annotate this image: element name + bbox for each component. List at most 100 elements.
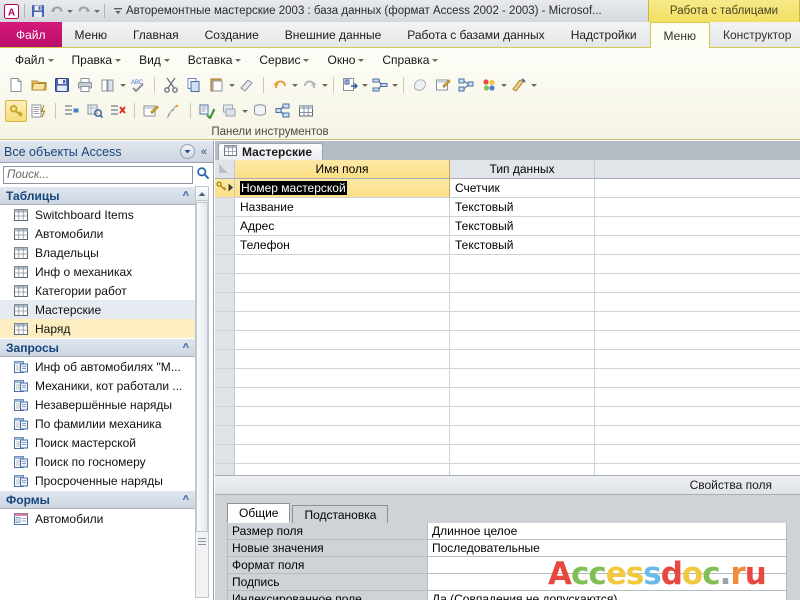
test-validation-icon[interactable] <box>84 100 106 122</box>
property-row-caption[interactable]: Подпись <box>227 574 787 591</box>
search-input[interactable]: Поиск... <box>3 165 193 184</box>
row-selector[interactable] <box>215 388 235 406</box>
nav-item-avtomobili[interactable]: Автомобили <box>0 224 195 243</box>
grid-header-data-type[interactable]: Тип данных <box>450 160 595 178</box>
nav-item-query-1[interactable]: Механики, кот работали ... <box>0 376 195 395</box>
grid-row-2[interactable]: Адрес Текстовый <box>215 217 800 236</box>
grid-cell-data-type[interactable] <box>450 293 595 311</box>
row-selector-1[interactable] <box>215 198 235 216</box>
redo-dropdown-icon[interactable] <box>94 9 100 13</box>
grid-cell-field-name[interactable] <box>235 350 450 368</box>
tab-database-tools[interactable]: Работа с базами данных <box>394 22 557 47</box>
row-selector-2[interactable] <box>215 217 235 235</box>
grid-cell-field-name[interactable] <box>235 369 450 387</box>
office-links-icon[interactable]: W <box>339 74 361 96</box>
spelling-icon[interactable]: ABC <box>127 74 149 96</box>
tab-menu[interactable]: Меню <box>62 22 120 47</box>
grid-cell-description-2[interactable] <box>595 217 800 235</box>
save-icon[interactable] <box>51 74 73 96</box>
redo-icon[interactable] <box>299 74 321 96</box>
grid-cell-data-type[interactable] <box>450 388 595 406</box>
open-icon[interactable] <box>28 74 50 96</box>
property-value[interactable]: Длинное целое <box>428 523 786 539</box>
tab-general[interactable]: Общие <box>227 503 291 523</box>
property-row-new-values[interactable]: Новые значения Последовательные <box>227 540 787 557</box>
nav-item-form-avtomobili[interactable]: Автомобили <box>0 509 195 528</box>
property-row-format[interactable]: Формат поля <box>227 557 787 574</box>
nav-item-query-5[interactable]: Поиск по госномеру <box>0 452 195 471</box>
grid-cell-field-name[interactable] <box>235 274 450 292</box>
database-window-icon[interactable] <box>249 100 271 122</box>
grid-cell-description[interactable] <box>595 312 800 330</box>
new-icon[interactable] <box>5 74 27 96</box>
row-selector[interactable] <box>215 312 235 330</box>
grid-row-1[interactable]: Название Текстовый <box>215 198 800 217</box>
row-selector[interactable] <box>215 407 235 425</box>
grid-empty-row[interactable] <box>215 369 800 388</box>
code-icon[interactable] <box>409 74 431 96</box>
grid-header-description[interactable] <box>595 160 800 178</box>
menu-edit[interactable]: Правка <box>63 51 131 69</box>
navigation-pane-scrollbar[interactable] <box>195 186 209 598</box>
grid-cell-data-type[interactable] <box>450 350 595 368</box>
row-selector[interactable] <box>215 350 235 368</box>
property-row-field-size[interactable]: Размер поля Длинное целое <box>227 523 787 540</box>
chevron-up-icon[interactable]: ^ <box>183 342 189 354</box>
grid-cell-description[interactable] <box>595 369 800 387</box>
undo-dropdown-icon-2[interactable] <box>292 83 298 87</box>
grid-row-0[interactable]: Номер мастерской Счетчик <box>215 179 800 198</box>
grid-cell-description[interactable] <box>595 426 800 444</box>
undo-dropdown-icon[interactable] <box>67 9 73 13</box>
grid-cell-field-name-1[interactable]: Название <box>235 198 450 216</box>
paste-dropdown-icon[interactable] <box>229 83 235 87</box>
property-sheet-icon[interactable] <box>140 100 162 122</box>
grid-empty-row[interactable] <box>215 407 800 426</box>
grid-cell-data-type[interactable] <box>450 255 595 273</box>
scroll-up-icon[interactable] <box>196 187 208 201</box>
grid-cell-data-type[interactable] <box>450 426 595 444</box>
insert-rows-icon[interactable] <box>61 100 83 122</box>
grid-empty-row[interactable] <box>215 255 800 274</box>
tab-external-data[interactable]: Внешние данные <box>272 22 395 47</box>
grid-cell-description[interactable] <box>595 274 800 292</box>
grid-cell-field-name-3[interactable]: Телефон <box>235 236 450 254</box>
nav-item-switchboard-items[interactable]: Switchboard Items <box>0 205 195 224</box>
tab-home[interactable]: Главная <box>120 22 192 47</box>
analyze-icon[interactable] <box>369 74 391 96</box>
undo-icon[interactable] <box>48 3 65 20</box>
nav-item-inf-o-mehanikah[interactable]: Инф о механиках <box>0 262 195 281</box>
grid-cell-description[interactable] <box>595 293 800 311</box>
grid-cell-field-name-2[interactable]: Адрес <box>235 217 450 235</box>
property-value[interactable]: Да (Совпадения не допускаются) <box>428 591 786 600</box>
nav-item-naryad[interactable]: Наряд <box>0 319 195 338</box>
menu-insert[interactable]: Вставка <box>179 51 251 69</box>
row-selector[interactable] <box>215 274 235 292</box>
menu-tools[interactable]: Сервис <box>250 51 318 69</box>
grid-cell-field-name[interactable] <box>235 312 450 330</box>
tab-contextual-design[interactable]: Конструктор <box>710 22 800 47</box>
print-icon[interactable] <box>74 74 96 96</box>
document-tab-masterskie[interactable]: Мастерские <box>218 143 324 160</box>
grid-cell-data-type-2[interactable]: Текстовый <box>450 217 595 235</box>
grid-header-field-name[interactable]: Имя поля <box>235 160 450 178</box>
new-object-dropdown-icon[interactable] <box>501 83 507 87</box>
grid-cell-data-type-1[interactable]: Текстовый <box>450 198 595 216</box>
tab-contextual-menu[interactable]: Меню <box>649 22 710 48</box>
save-icon[interactable] <box>29 3 46 20</box>
grid-empty-row[interactable] <box>215 426 800 445</box>
row-selector[interactable] <box>215 426 235 444</box>
format-painter-icon[interactable] <box>236 74 258 96</box>
grid-cell-data-type[interactable] <box>450 369 595 387</box>
menu-view[interactable]: Вид <box>130 51 179 69</box>
grid-cell-field-name[interactable] <box>235 407 450 425</box>
design-view-icon[interactable] <box>508 74 530 96</box>
new-object-relationships-icon[interactable] <box>272 100 294 122</box>
nav-group-header-tables[interactable]: Таблицы ^ <box>0 186 195 205</box>
grid-empty-row[interactable] <box>215 312 800 331</box>
grid-cell-data-type-0[interactable]: Счетчик <box>450 179 595 197</box>
grid-cell-description-0[interactable] <box>595 179 800 197</box>
print-preview-icon[interactable] <box>97 74 119 96</box>
grid-cell-data-type[interactable] <box>450 445 595 463</box>
build-icon[interactable] <box>28 100 50 122</box>
grid-cell-description[interactable] <box>595 331 800 349</box>
